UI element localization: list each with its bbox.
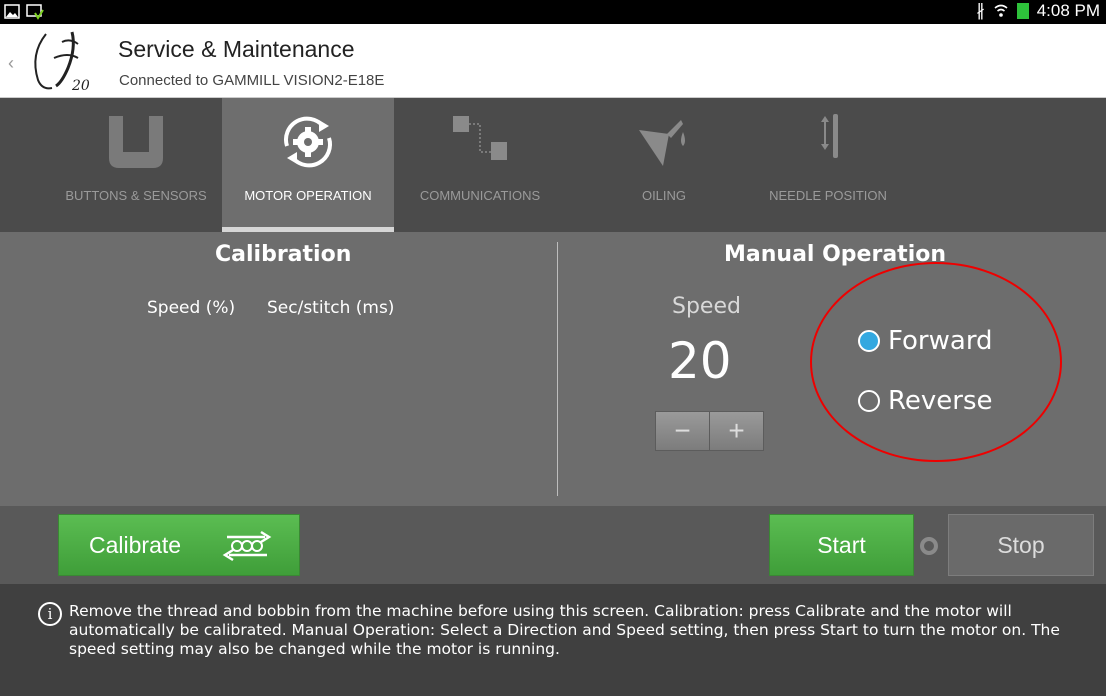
speed-label: Speed [672,294,741,319]
info-icon: i [38,602,62,626]
tab-needle-position[interactable]: NEEDLE POSITION [742,98,914,232]
app-header: ‹ 20 Service & Maintenance Connected to … [0,24,1106,98]
bluetooth-icon: ∦ [976,1,985,20]
speed-decrement-button[interactable]: − [656,412,709,450]
speed-percent-header: Speed (%) [147,298,236,318]
speed-stepper: − + [655,411,764,451]
sec-stitch-header: Sec/stitch (ms) [267,298,395,318]
tab-bar: BUTTONS & SENSORS MOTOR OPERATION COMMUN… [0,98,1106,232]
clock: 4:08 PM [1036,1,1100,20]
main-panel: Calibration Speed (%) Sec/stitch (ms) Ma… [0,232,1106,506]
calibrate-button[interactable]: Calibrate [58,514,300,576]
tab-motor-operation[interactable]: MOTOR OPERATION [222,98,394,232]
gallery-icon [4,4,20,19]
info-bar: i Remove the thread and bobbin from the … [0,584,1106,696]
action-bar: Calibrate Start Stop [0,506,1106,584]
communications-icon [453,116,507,160]
info-text: Remove the thread and bobbin from the ma… [69,602,1060,658]
back-chevron-icon[interactable]: ‹ [8,53,14,74]
status-bar: ∦ 4:08 PM [0,0,1106,24]
battery-icon [1016,3,1029,19]
tab-communications[interactable]: COMMUNICATIONS [394,98,566,232]
page-title: Service & Maintenance [118,36,355,62]
motor-gear-icon [284,116,332,168]
calibrate-label: Calibrate [89,531,182,558]
download-icon [26,4,44,20]
speed-value: 20 [668,332,732,390]
stop-button[interactable]: Stop [948,514,1094,576]
tab-buttons-sensors[interactable]: BUTTONS & SENSORS [50,98,222,232]
wifi-icon [994,4,1008,17]
connection-status: Connected to GAMMILL VISION2-E18E [119,72,385,89]
motor-status-indicator [920,537,938,555]
section-divider [557,242,558,496]
oil-can-icon [639,120,685,166]
gammill-logo[interactable]: 20 [28,28,100,94]
needle-position-icon [821,114,838,158]
svg-text:20: 20 [71,78,90,94]
calibrate-cycle-icon [222,530,272,562]
calibration-title: Calibration [215,242,352,267]
buttons-sensors-icon [109,116,163,168]
start-button[interactable]: Start [769,514,914,576]
speed-increment-button[interactable]: + [709,412,763,450]
tab-oiling[interactable]: OILING [578,98,750,232]
annotation-ellipse [810,262,1062,462]
